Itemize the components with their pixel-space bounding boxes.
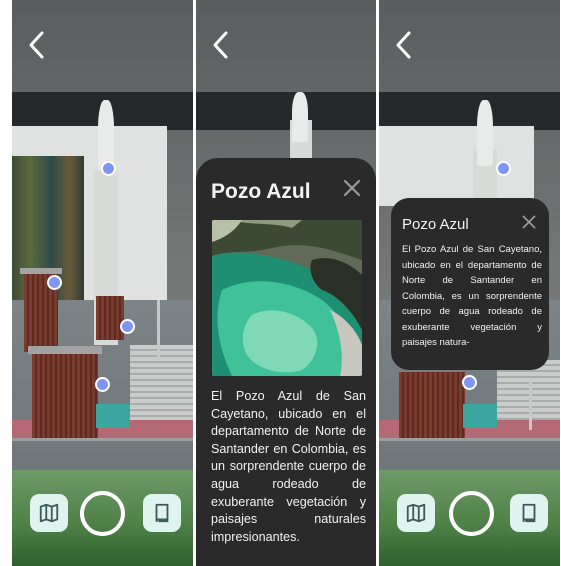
poi-marker-tower[interactable]: [47, 275, 62, 290]
book-icon: [155, 503, 169, 523]
map-icon: [406, 503, 426, 523]
scene-statue: [477, 100, 493, 166]
chevron-left-icon: [29, 31, 44, 59]
map-button[interactable]: [30, 494, 68, 532]
info-card: Pozo Azul El Pozo Azul de San Cayetano,: [196, 158, 376, 566]
map-button[interactable]: [397, 494, 435, 532]
chevron-left-icon: [396, 31, 411, 59]
screen-detail-expanded: Pozo Azul El Pozo Azul de San Cayetano,: [196, 0, 376, 566]
guide-book-button[interactable]: [143, 494, 181, 532]
close-icon: [343, 179, 361, 197]
back-button[interactable]: [393, 30, 415, 60]
scene-fountain: [96, 404, 130, 428]
scene-building-roof: [379, 92, 560, 130]
book-icon: [522, 503, 536, 523]
scene-lamppost: [529, 380, 532, 430]
capture-button[interactable]: [80, 491, 125, 536]
screen-map-view: [12, 0, 193, 566]
scene-fountain: [463, 404, 497, 428]
scene-statue: [292, 92, 308, 142]
scene-building-roof: [196, 92, 376, 130]
back-button[interactable]: [26, 30, 48, 60]
poi-marker-statue[interactable]: [496, 161, 511, 176]
info-card-title: Pozo Azul: [402, 216, 469, 233]
scene-monument-base: [96, 296, 124, 340]
info-card-description: El Pozo Azul de San Cayetano, ubicado en…: [402, 244, 542, 348]
scene-kiosk: [32, 350, 98, 438]
poi-marker-statue[interactable]: [101, 161, 116, 176]
screen-detail-compact: Pozo Azul El Pozo Azul de San Cayetano, …: [379, 0, 560, 566]
info-card-title: Pozo Azul: [211, 180, 311, 203]
poi-marker-monument[interactable]: [120, 319, 135, 334]
close-button[interactable]: [521, 214, 537, 230]
scene-lamppost: [157, 300, 160, 360]
close-icon: [522, 215, 536, 229]
info-card-compact[interactable]: Pozo Azul El Pozo Azul de San Cayetano, …: [391, 198, 549, 370]
ar-app-screens: Pozo Azul El Pozo Azul de San Cayetano,: [0, 0, 561, 566]
scene-railing: [379, 438, 560, 441]
info-card-description: El Pozo Azul de San Cayetano, ubicado en…: [211, 389, 366, 544]
poi-marker-fountain[interactable]: [95, 377, 110, 392]
scene-statue: [98, 100, 114, 170]
back-button[interactable]: [210, 30, 232, 60]
scene-kiosk: [399, 372, 465, 438]
scene-stairs: [130, 345, 193, 420]
poi-marker-fountain[interactable]: [462, 375, 477, 390]
capture-button[interactable]: [449, 491, 494, 536]
scene-railing: [12, 438, 193, 441]
map-icon: [39, 503, 59, 523]
scene-kiosk-roof: [28, 346, 102, 354]
scene-tower-cap: [20, 268, 62, 274]
chevron-left-icon: [213, 31, 228, 59]
close-button[interactable]: [342, 178, 362, 198]
guide-book-button[interactable]: [510, 494, 548, 532]
pozo-azul-photo: [212, 220, 362, 376]
